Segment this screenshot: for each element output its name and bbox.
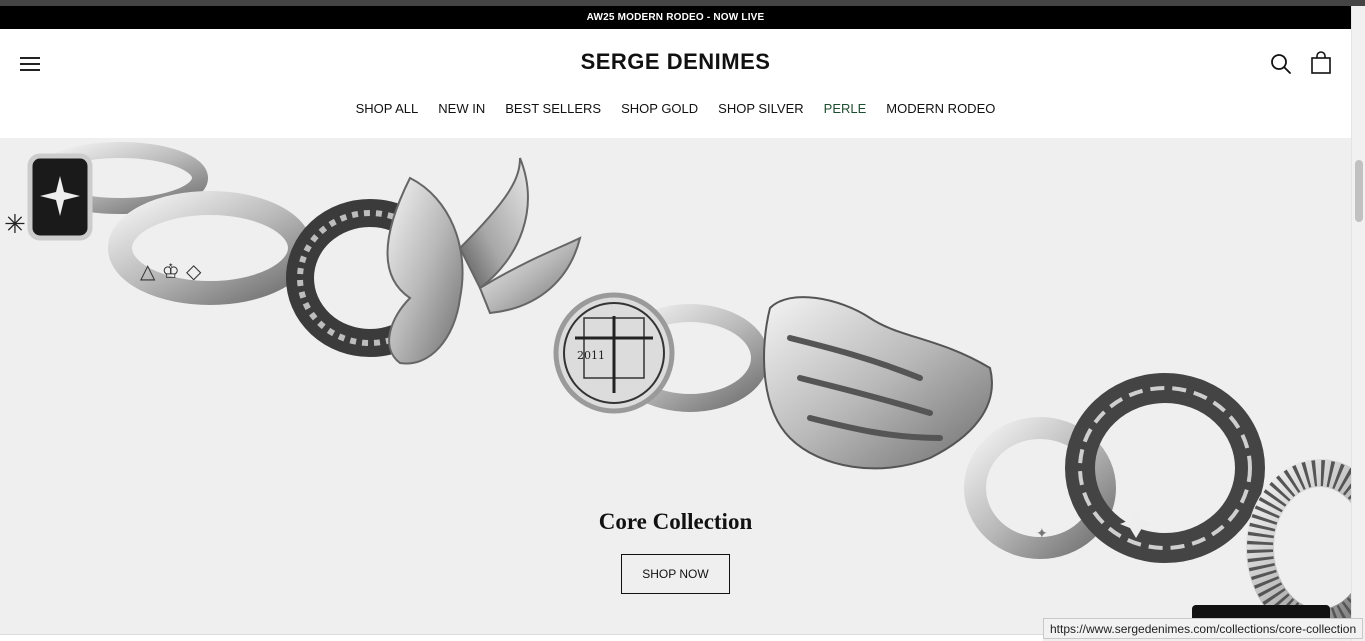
scrollbar-thumb[interactable] xyxy=(1355,160,1363,222)
search-button[interactable] xyxy=(1270,53,1292,75)
nav-item-new-in[interactable]: NEW IN xyxy=(438,101,485,116)
nav-item-shop-all[interactable]: SHOP ALL xyxy=(356,101,419,116)
announcement-bar[interactable]: AW25 MODERN RODEO - NOW LIVE xyxy=(0,6,1351,29)
svg-text:△ ♔ ◇: △ ♔ ◇ xyxy=(140,259,202,283)
nav-item-shop-silver[interactable]: SHOP SILVER xyxy=(718,101,804,116)
nav-item-shop-gold[interactable]: SHOP GOLD xyxy=(621,101,698,116)
ring-dove xyxy=(386,157,582,365)
ring-ribbed-band xyxy=(1246,459,1351,637)
shopping-bag-icon xyxy=(1311,51,1331,74)
cart-button[interactable] xyxy=(1310,51,1332,75)
shop-now-button[interactable]: SHOP NOW xyxy=(621,554,730,594)
site-header: SERGE DENIMES SHOP ALL NEW IN BEST SELLE… xyxy=(0,29,1351,138)
page: AW25 MODERN RODEO - NOW LIVE SERGE DENIM… xyxy=(0,0,1365,641)
announcement-text[interactable]: AW25 MODERN RODEO - NOW LIVE xyxy=(587,12,765,23)
ring-vitruvian-signet: 2011 xyxy=(553,292,769,414)
nav-item-perle[interactable]: PERLE xyxy=(824,101,867,116)
nav-item-best-sellers[interactable]: BEST SELLERS xyxy=(505,101,601,116)
site-logo[interactable]: SERGE DENIMES xyxy=(0,49,1351,75)
ring-skeleton-hand xyxy=(763,296,993,470)
page-scrollbar[interactable] xyxy=(1351,6,1365,641)
nav-item-modern-rodeo[interactable]: MODERN RODEO xyxy=(886,101,995,116)
main-navigation: SHOP ALL NEW IN BEST SELLERS SHOP GOLD S… xyxy=(0,101,1351,116)
ring-star-signet: ✳ xyxy=(4,142,208,241)
page-bottom-edge xyxy=(0,634,1043,641)
svg-text:✳: ✳ xyxy=(4,210,26,240)
hero-title: Core Collection xyxy=(598,509,753,534)
ring-symbols-band: △ ♔ ◇ xyxy=(108,191,312,305)
hero-banner[interactable]: ✳ △ ♔ ◇ 2011 ✦ Core Collection SHOP NOW xyxy=(0,138,1351,641)
browser-status-url: https://www.sergedenimes.com/collections… xyxy=(1043,618,1364,639)
search-icon xyxy=(1271,54,1291,74)
ring-engraving: 2011 xyxy=(577,349,605,362)
